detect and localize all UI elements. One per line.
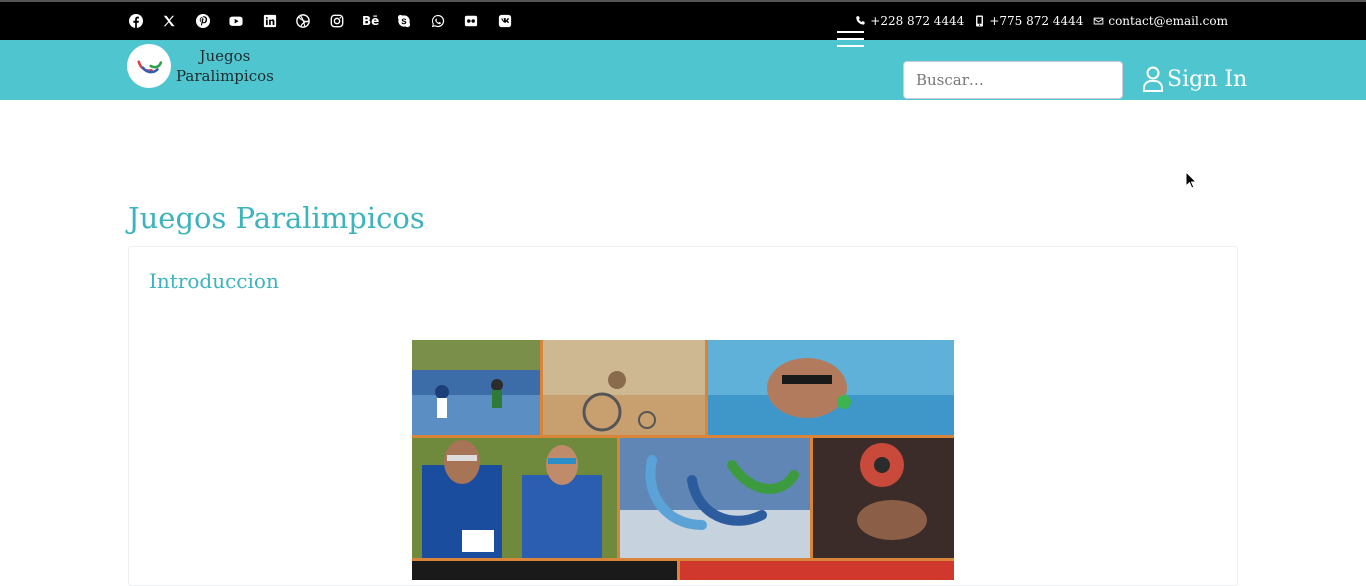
menu-toggle-button[interactable] — [837, 30, 864, 49]
contact-info: +228 872 4444 +775 872 4444 contact@emai… — [845, 2, 1228, 40]
brand-link[interactable]: Juegos Paralimpicos — [127, 44, 274, 88]
flickr-icon[interactable] — [463, 13, 480, 30]
top-bar: Bē +228 872 4444 +775 872 4444 contact@e… — [0, 2, 1366, 40]
wheelchair-race-photo — [543, 340, 705, 435]
page-title: Juegos Paralimpicos — [128, 201, 425, 235]
hamburger-bar — [837, 38, 864, 40]
athletes-photo — [412, 438, 617, 558]
paralympic-logo — [127, 44, 171, 88]
search-input[interactable] — [903, 61, 1123, 99]
powerlifter-photo — [813, 438, 954, 558]
content-card: Introduccion — [128, 246, 1238, 586]
facebook-icon[interactable] — [127, 13, 144, 30]
youtube-icon[interactable] — [228, 13, 245, 30]
skype-icon[interactable] — [396, 13, 413, 30]
email-contact[interactable]: contact@email.com — [1093, 14, 1228, 28]
bottom-right-photo — [680, 561, 954, 580]
mobile-contact[interactable]: +775 872 4444 — [974, 14, 1083, 28]
dribbble-icon[interactable] — [295, 13, 312, 30]
section-title: Introduccion — [149, 269, 279, 293]
paralympic-symbol-photo — [620, 438, 810, 558]
hamburger-bar — [837, 45, 864, 47]
paralympic-collage-image — [412, 340, 954, 580]
vk-icon[interactable] — [497, 13, 514, 30]
linkedin-icon[interactable] — [261, 13, 278, 30]
instagram-icon[interactable] — [329, 13, 346, 30]
behance-icon[interactable]: Bē — [362, 13, 379, 30]
mouse-cursor-icon — [1185, 171, 1197, 189]
whatsapp-icon[interactable] — [429, 13, 446, 30]
swimmer-photo — [708, 340, 954, 435]
sign-in-button[interactable]: Sign In — [1142, 62, 1247, 96]
football-photo — [412, 340, 540, 435]
mobile-icon — [976, 15, 984, 27]
brand-name: Juegos Paralimpicos — [176, 47, 274, 85]
phone-icon — [856, 16, 865, 25]
x-twitter-icon[interactable] — [161, 13, 178, 30]
user-icon — [1143, 66, 1163, 92]
pinterest-icon[interactable] — [194, 13, 211, 30]
hamburger-bar — [837, 31, 864, 33]
bottom-left-photo — [412, 561, 677, 580]
social-links: Bē — [127, 2, 530, 40]
phone-contact[interactable]: +228 872 4444 — [855, 14, 964, 28]
envelope-icon — [1094, 17, 1104, 25]
